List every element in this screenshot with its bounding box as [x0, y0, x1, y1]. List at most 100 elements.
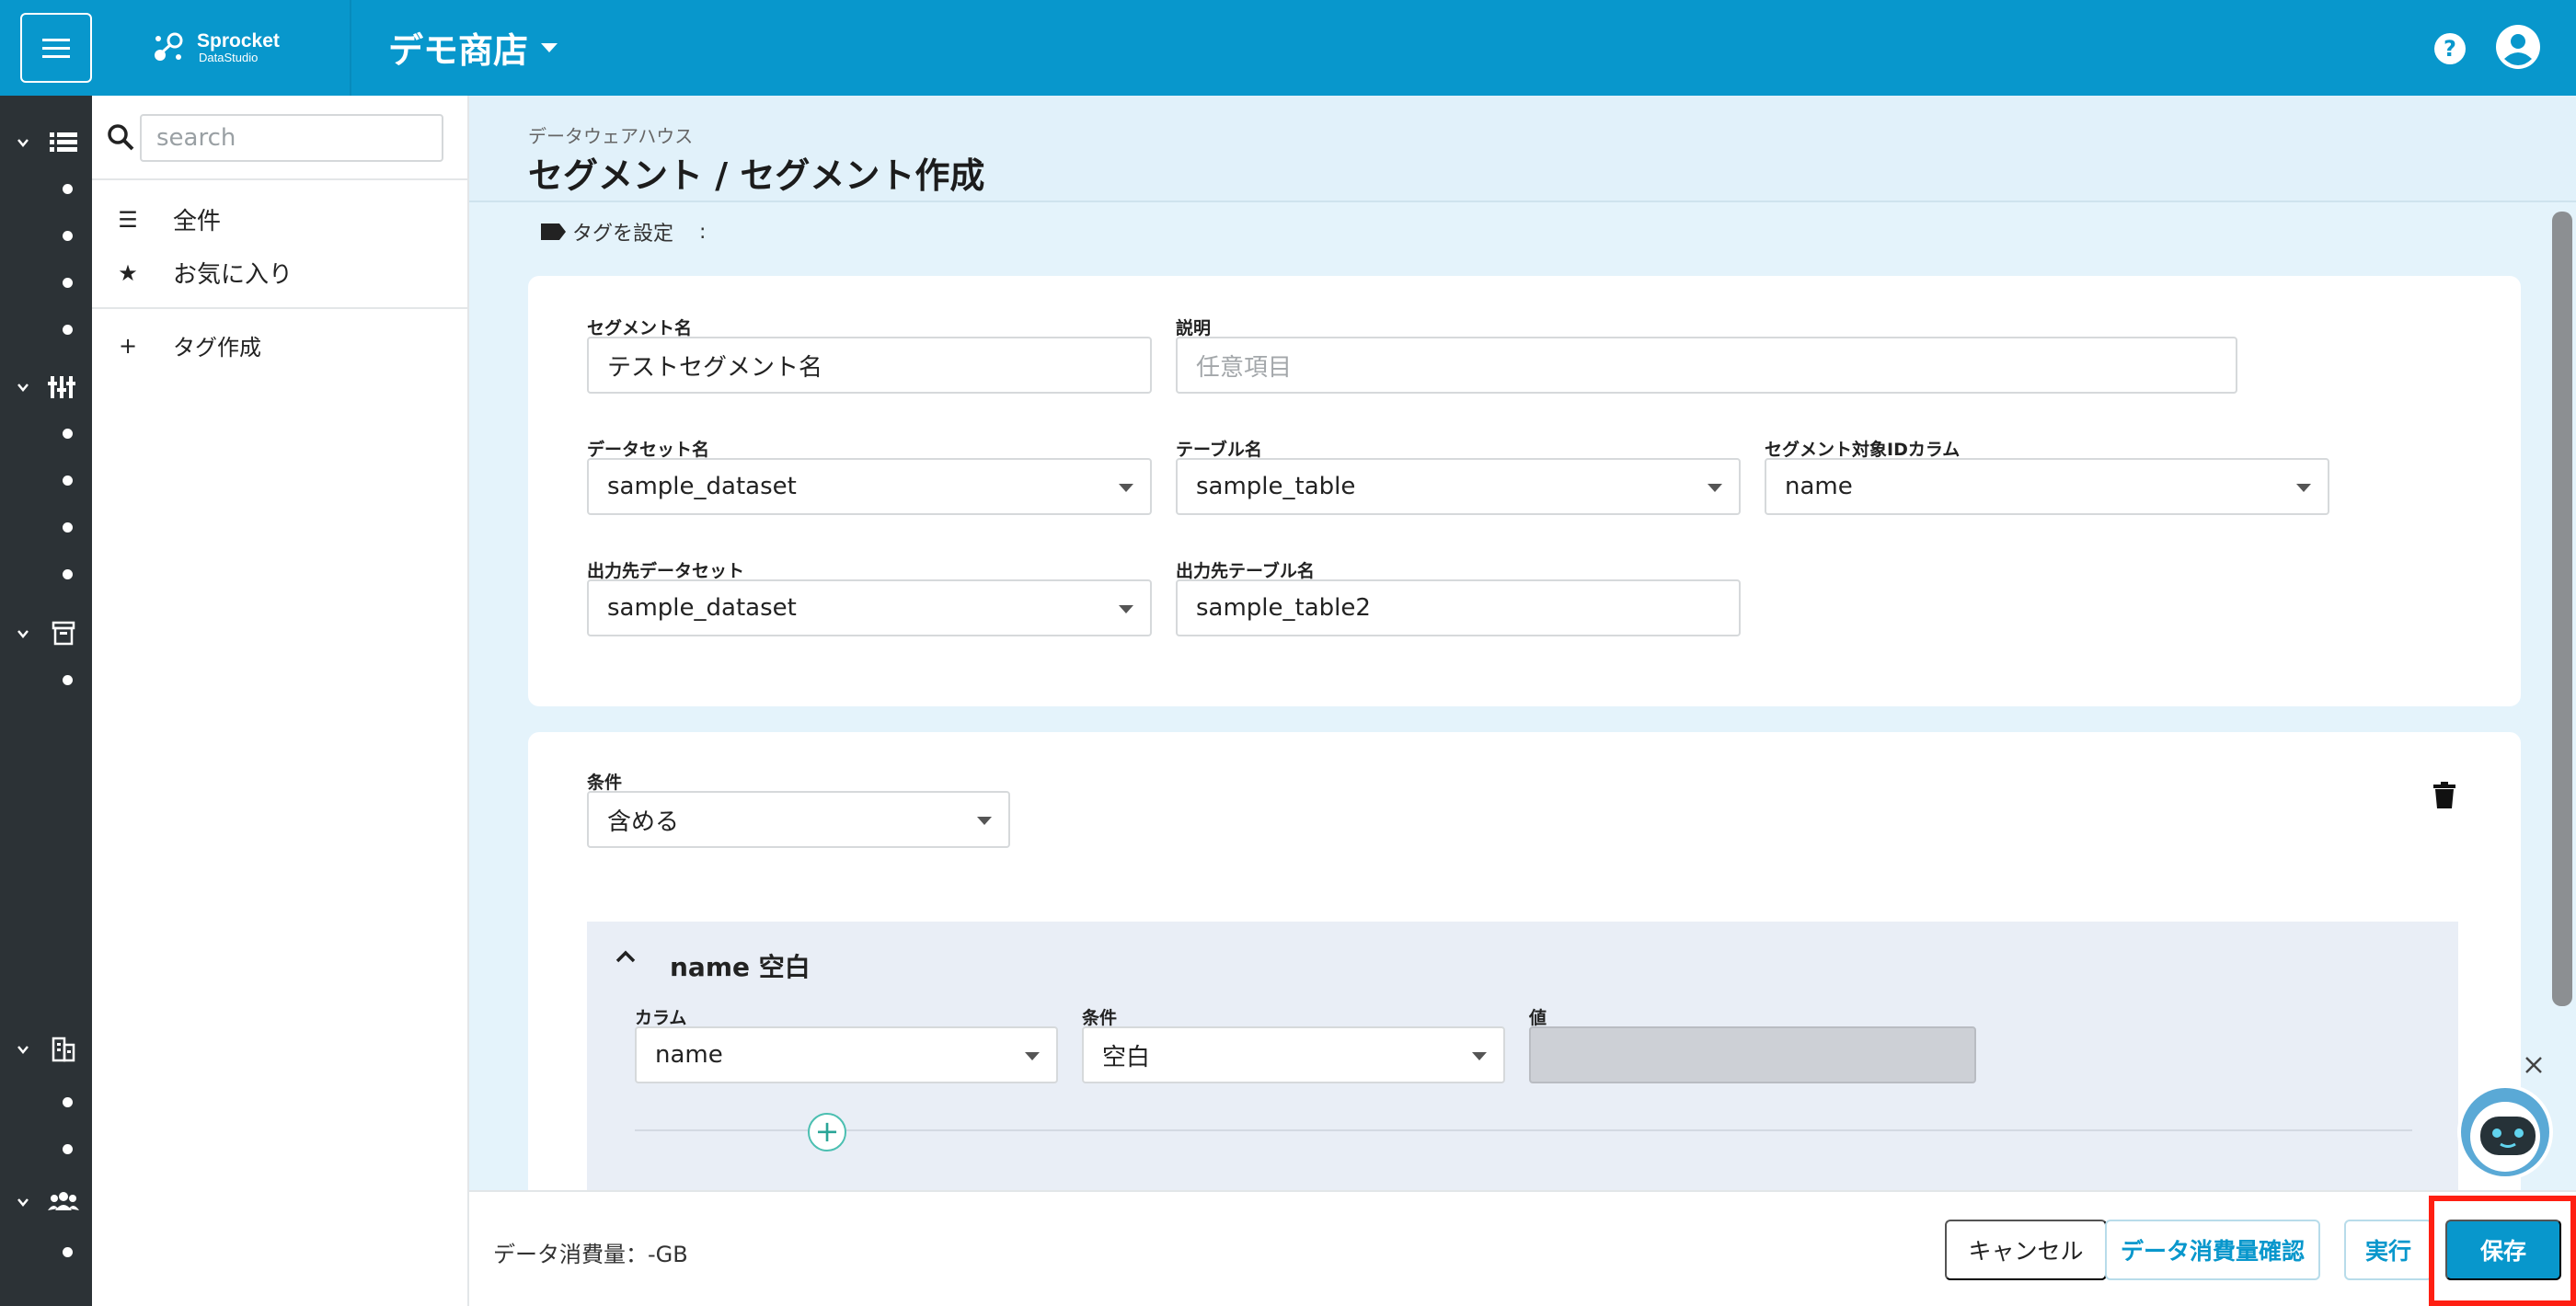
- sidebar-item-favorites[interactable]: ★ お気に入り: [114, 256, 293, 290]
- top-header: Sprocket DataStudio デモ商店 ?: [0, 0, 2576, 96]
- condition-select[interactable]: 含める: [587, 791, 1010, 848]
- breadcrumb[interactable]: データウェアハウス: [528, 121, 693, 148]
- header-divider: [350, 0, 351, 96]
- sidebar-item-create-tag[interactable]: + タグ作成: [114, 329, 261, 361]
- dropdown-arrow-icon: [1472, 1052, 1487, 1060]
- archive-icon[interactable]: [48, 620, 79, 647]
- output-dataset-label: 出力先データセット: [587, 561, 745, 581]
- plus-icon: +: [118, 332, 138, 359]
- rail-nav-dot[interactable]: [63, 569, 73, 579]
- rail-nav-dot[interactable]: [63, 1097, 73, 1107]
- sidebar: ☰ 全件 ★ お気に入り + タグ作成: [92, 96, 469, 1306]
- output-table-field[interactable]: sample_table2: [1176, 579, 1741, 636]
- condition-group-title: name 空白: [670, 952, 811, 982]
- building-icon[interactable]: [48, 1036, 79, 1063]
- chevron-down-icon[interactable]: [17, 136, 29, 149]
- condition-value: 含める: [607, 808, 680, 836]
- column-value: name: [655, 1041, 723, 1069]
- rail-nav-dot[interactable]: [63, 231, 73, 241]
- output-dataset-value: sample_dataset: [607, 594, 797, 622]
- sprocket-logo-icon: [155, 32, 183, 61]
- close-icon[interactable]: [2523, 1054, 2545, 1076]
- caret-down-icon: [541, 42, 558, 52]
- description-field[interactable]: 任意項目: [1176, 337, 2237, 394]
- rail-nav-dot[interactable]: [63, 429, 73, 439]
- brand-logo[interactable]: Sprocket DataStudio: [151, 29, 280, 66]
- database-transfer-icon[interactable]: [48, 373, 79, 401]
- id-column-label: セグメント対象IDカラム: [1765, 440, 1961, 460]
- search-input[interactable]: [140, 114, 443, 162]
- chatbot-icon[interactable]: [2455, 1082, 2556, 1183]
- tag-setting[interactable]: タグを設定 :: [539, 217, 706, 246]
- list-view-icon[interactable]: [48, 129, 79, 156]
- dataset-select[interactable]: sample_dataset: [587, 458, 1152, 515]
- description-placeholder: 任意項目: [1196, 353, 1293, 382]
- sidebar-item-all[interactable]: ☰ 全件: [114, 202, 221, 236]
- dataset-value: sample_dataset: [607, 473, 797, 500]
- sidebar-item-label: タグ作成: [173, 335, 261, 361]
- condition-label: 条件: [587, 773, 623, 793]
- tag-colon: :: [699, 220, 707, 244]
- output-table-value: sample_table2: [1196, 594, 1371, 622]
- store-selector[interactable]: デモ商店: [388, 22, 558, 73]
- table-label: テーブル名: [1176, 440, 1262, 460]
- divider: [635, 1129, 2412, 1131]
- chevron-down-icon[interactable]: [17, 1196, 29, 1209]
- condition-group: name 空白 カラム name 条件 空白 値 +: [587, 922, 2458, 1190]
- rail-nav-dot[interactable]: [63, 278, 73, 288]
- id-column-value: name: [1785, 473, 1853, 500]
- rail-nav-dot[interactable]: [63, 475, 73, 486]
- dropdown-arrow-icon: [1119, 605, 1133, 613]
- chevron-up-icon[interactable]: [615, 949, 637, 964]
- help-icon[interactable]: ?: [2434, 33, 2466, 64]
- divider: [92, 307, 467, 309]
- segment-name-value: テストセグメント名: [607, 353, 823, 382]
- people-icon[interactable]: [48, 1188, 79, 1216]
- output-table-label: 出力先テーブル名: [1176, 561, 1315, 581]
- operator-select[interactable]: 空白: [1082, 1026, 1505, 1083]
- rail-nav-dot[interactable]: [63, 522, 73, 533]
- description-label: 説明: [1176, 318, 1212, 338]
- rail-nav-dot[interactable]: [63, 184, 73, 194]
- add-condition-button[interactable]: +: [808, 1113, 846, 1151]
- operator-label: 条件: [1082, 1008, 1118, 1028]
- column-label: カラム: [635, 1008, 687, 1028]
- highlight-box: [2429, 1196, 2576, 1306]
- data-usage-text: データ消費量：-GB: [493, 1242, 688, 1267]
- trash-icon[interactable]: [2432, 782, 2456, 809]
- dropdown-arrow-icon: [1708, 484, 1722, 492]
- scrollbar[interactable]: [2552, 212, 2572, 1006]
- chevron-down-icon[interactable]: [17, 627, 29, 640]
- chevron-down-icon[interactable]: [17, 1043, 29, 1056]
- account-icon[interactable]: [2495, 24, 2541, 70]
- rail-nav-dot[interactable]: [63, 675, 73, 685]
- output-dataset-select[interactable]: sample_dataset: [587, 579, 1152, 636]
- rail-nav-dot[interactable]: [63, 1247, 73, 1257]
- brand-sub: DataStudio: [199, 51, 259, 64]
- menu-button[interactable]: [20, 13, 92, 83]
- nav-rail: [0, 96, 92, 1306]
- segment-name-field[interactable]: テストセグメント名: [587, 337, 1152, 394]
- title-bar: データウェアハウス セグメント / セグメント作成: [469, 96, 2576, 202]
- run-button[interactable]: 実行: [2344, 1220, 2432, 1280]
- dropdown-arrow-icon: [2296, 484, 2311, 492]
- segment-name-label: セグメント名: [587, 318, 693, 338]
- operator-value: 空白: [1102, 1043, 1151, 1071]
- dropdown-arrow-icon: [1119, 484, 1133, 492]
- table-value: sample_table: [1196, 473, 1356, 500]
- condition-card: 条件 含める name 空白 カラム name 条件 空白 値 +: [528, 732, 2521, 1190]
- rail-nav-dot[interactable]: [63, 1144, 73, 1154]
- sidebar-item-label: 全件: [173, 208, 222, 235]
- store-name: デモ商店: [388, 30, 529, 71]
- rail-nav-dot[interactable]: [63, 325, 73, 335]
- id-column-select[interactable]: name: [1765, 458, 2329, 515]
- cancel-button[interactable]: キャンセル: [1945, 1220, 2107, 1280]
- chevron-down-icon[interactable]: [17, 381, 29, 394]
- table-select[interactable]: sample_table: [1176, 458, 1741, 515]
- dropdown-arrow-icon: [1025, 1052, 1040, 1060]
- list-icon: ☰: [118, 206, 138, 233]
- estimate-usage-button[interactable]: データ消費量確認: [2105, 1220, 2320, 1280]
- column-select[interactable]: name: [635, 1026, 1058, 1083]
- action-bar: データ消費量：-GB キャンセル データ消費量確認 実行 保存: [469, 1190, 2576, 1306]
- tag-icon: [541, 223, 566, 240]
